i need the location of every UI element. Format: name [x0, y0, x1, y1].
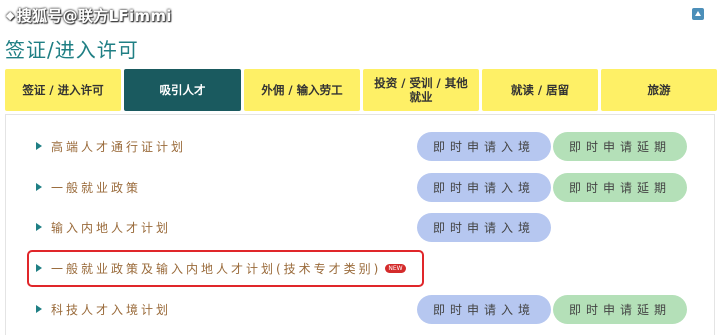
triangle-right-icon	[36, 142, 42, 150]
scheme-label[interactable]: 高端人才通行证计划	[51, 138, 186, 155]
tab-investment-training[interactable]: 投资 / 受训 / 其他就业	[363, 69, 479, 111]
scheme-list-panel: 高端人才通行证计划 即时申请入境 即时申请延期 一般就业政策 即时申请入境 即时…	[5, 114, 715, 335]
apply-extension-button[interactable]: 即时申请延期	[553, 295, 687, 324]
apply-entry-button[interactable]: 即时申请入境	[417, 213, 551, 242]
scheme-row-mainland-talent: 输入内地人才计划	[36, 213, 171, 241]
watermark: ◆ 搜狐号@联方LFimmi	[6, 5, 172, 26]
new-badge: NEW	[385, 263, 406, 273]
category-tabs: 签证 / 进入许可 吸引人才 外佣 / 输入劳工 投资 / 受训 / 其他就业 …	[5, 69, 718, 111]
apply-entry-button[interactable]: 即时申请入境	[417, 132, 551, 161]
scheme-label[interactable]: 一般就业政策及输入内地人才计划(技术专才类别)	[51, 260, 381, 277]
scheme-label[interactable]: 科技人才入境计划	[51, 301, 171, 318]
watermark-text: 搜狐号@联方LFimmi	[16, 7, 172, 25]
apply-entry-button[interactable]: 即时申请入境	[417, 173, 551, 202]
tab-study-residence[interactable]: 就读 / 居留	[482, 69, 598, 111]
triangle-right-icon	[36, 264, 42, 272]
triangle-right-icon	[36, 183, 42, 191]
tab-domestic-helper[interactable]: 外佣 / 输入劳工	[244, 69, 360, 111]
tab-visa-entry[interactable]: 签证 / 进入许可	[5, 69, 121, 111]
scroll-top-icon[interactable]	[692, 8, 704, 20]
scheme-label[interactable]: 输入内地人才计划	[51, 219, 171, 236]
triangle-right-icon	[36, 223, 42, 231]
scheme-row-top-talent: 高端人才通行证计划	[36, 132, 186, 160]
triangle-right-icon	[36, 305, 42, 313]
apply-entry-button[interactable]: 即时申请入境	[417, 295, 551, 324]
apply-extension-button[interactable]: 即时申请延期	[553, 173, 687, 202]
tab-travel[interactable]: 旅游	[601, 69, 717, 111]
scheme-label[interactable]: 一般就业政策	[51, 179, 141, 196]
scheme-row-general-employment: 一般就业政策	[36, 173, 141, 201]
page-title: 签证/进入许可	[5, 38, 139, 62]
apply-extension-button[interactable]: 即时申请延期	[553, 132, 687, 161]
tab-talent[interactable]: 吸引人才	[124, 69, 241, 111]
scheme-row-technical-specialist: 一般就业政策及输入内地人才计划(技术专才类别) NEW	[36, 254, 406, 282]
scheme-row-technology-talent: 科技人才入境计划	[36, 295, 171, 323]
sohu-logo-icon: ◆	[6, 9, 15, 22]
